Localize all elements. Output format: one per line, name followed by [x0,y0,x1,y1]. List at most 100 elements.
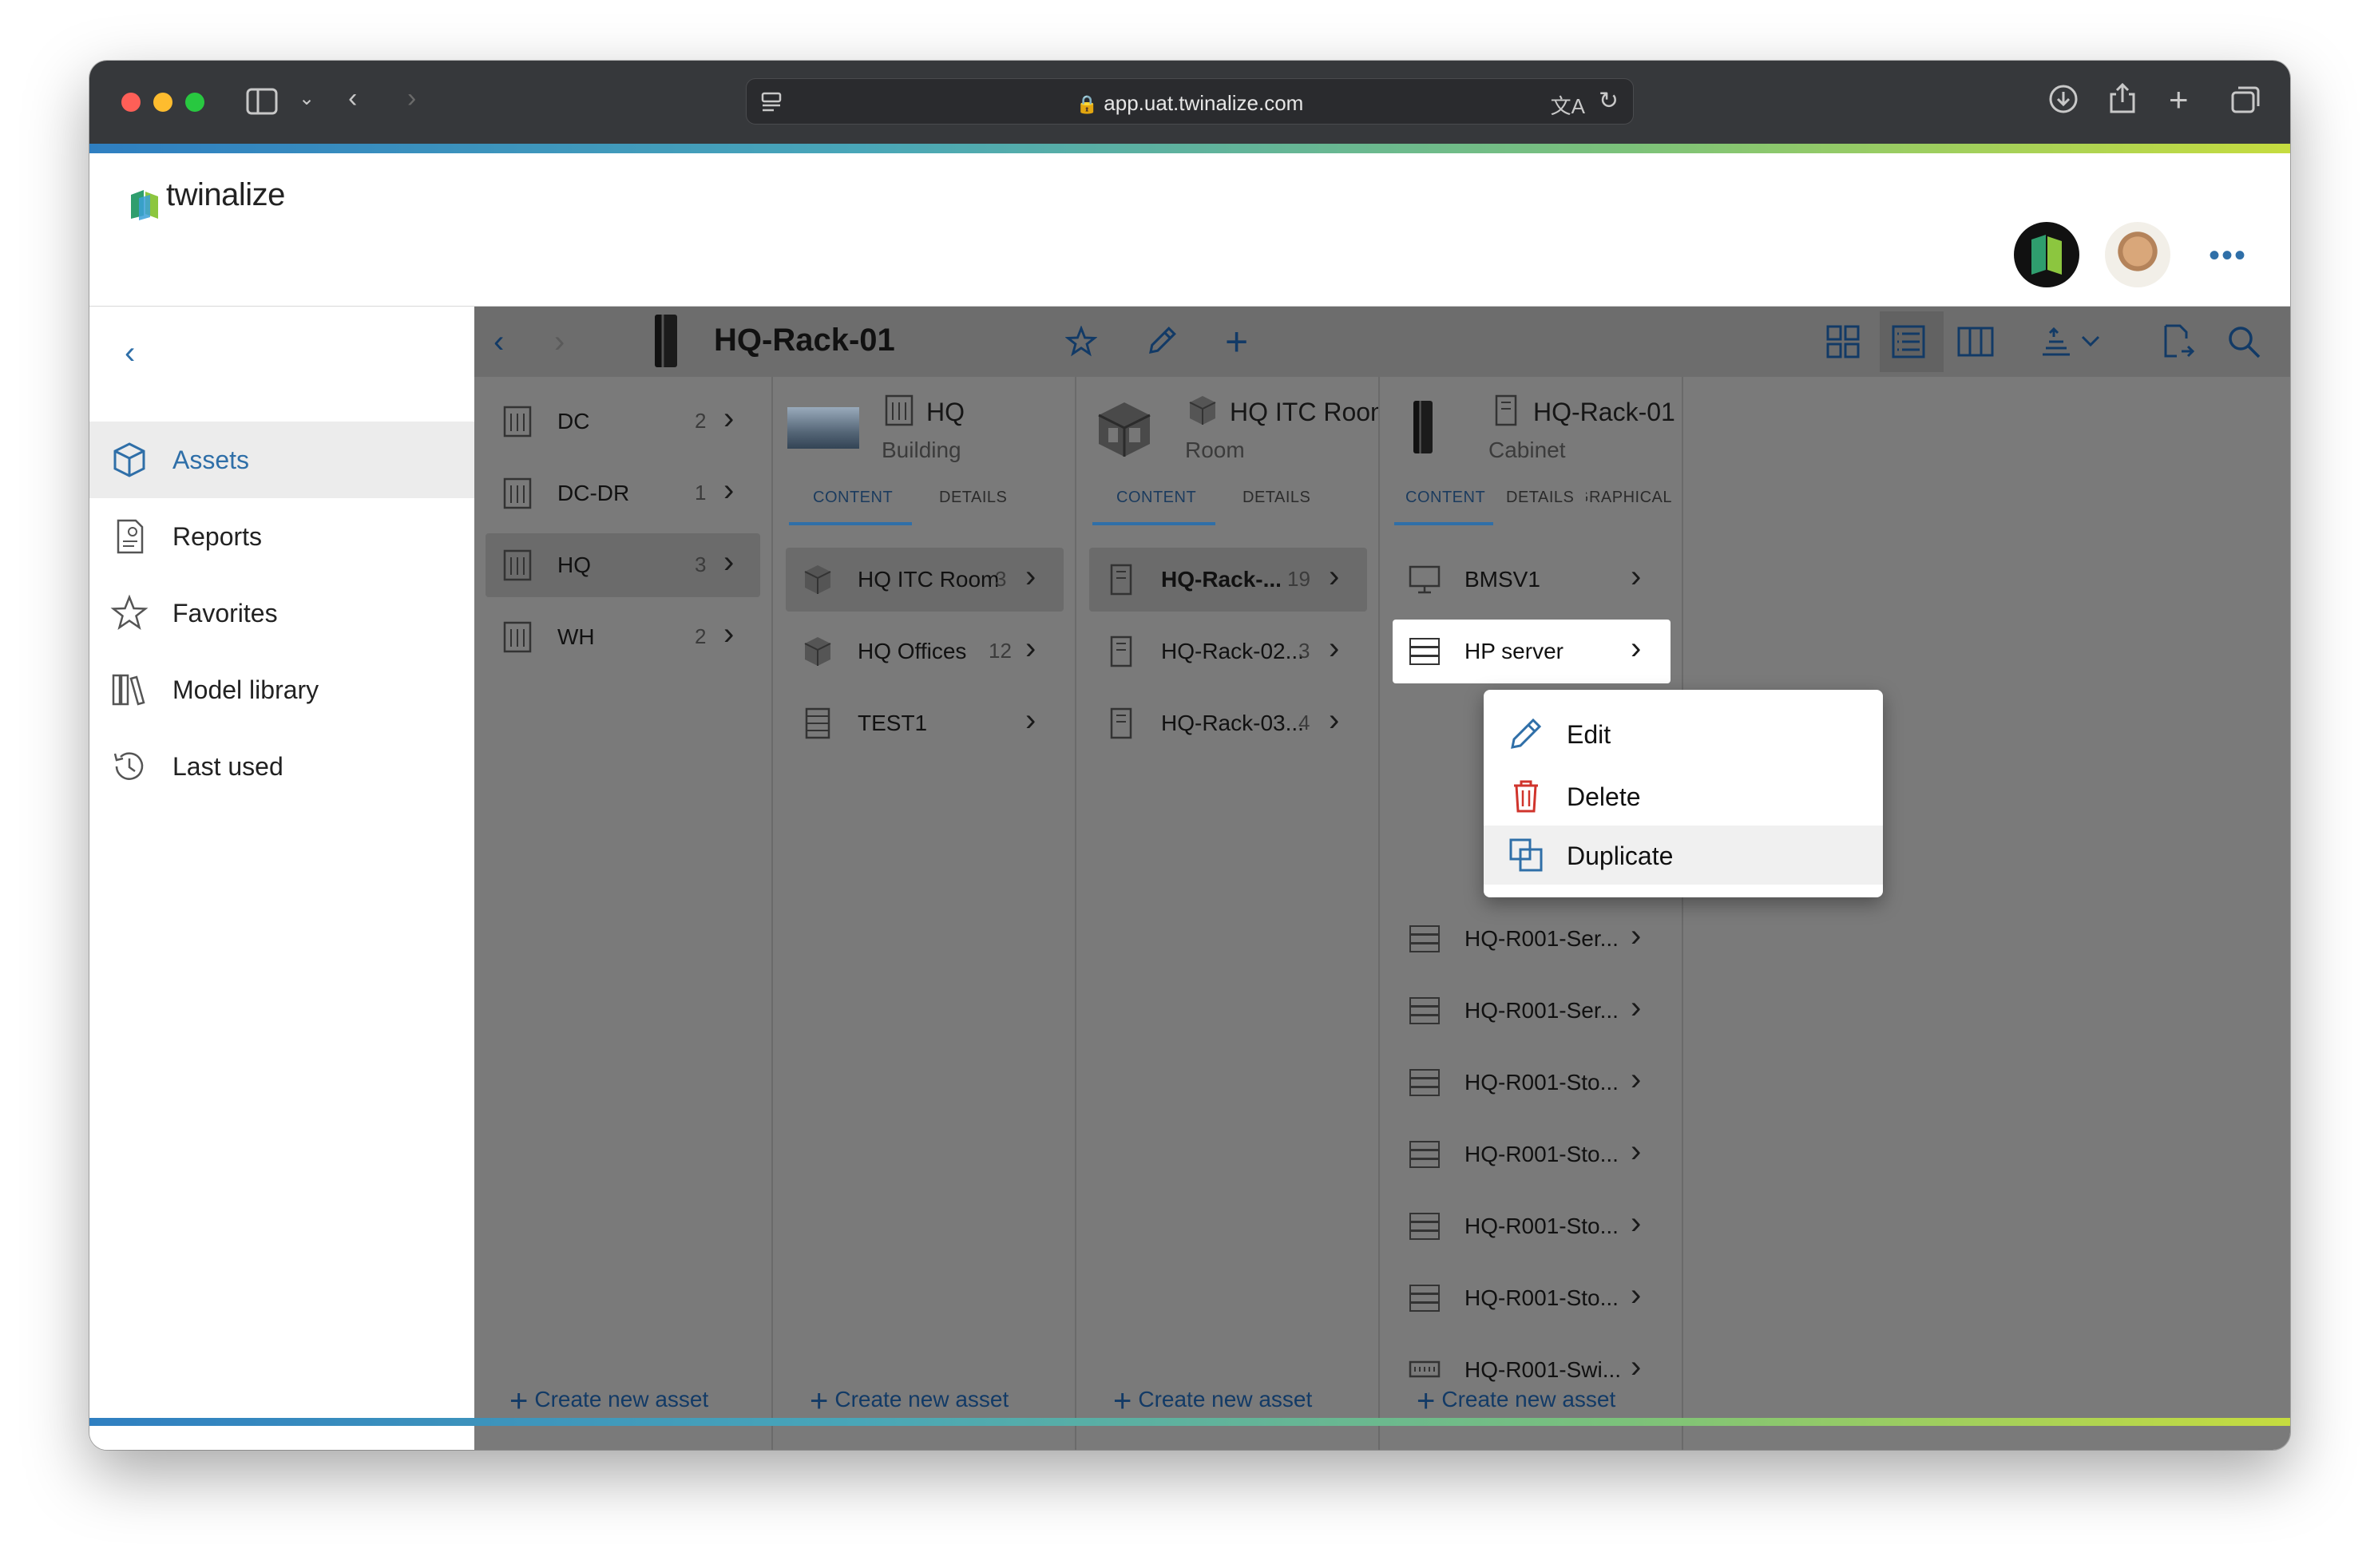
logo-text[interactable]: twinalize [166,177,285,213]
tabs-overview-icon[interactable] [2229,85,2261,120]
storage-icon [1409,1285,1440,1312]
server-rack-icon [805,707,830,739]
sidebar-item-reports[interactable]: Reports [89,498,474,575]
create-new-asset-button[interactable]: + Create new asset [810,1384,1009,1420]
sidebar-item-model-library[interactable]: Model library [89,651,474,728]
chevron-right-icon: › [1329,703,1340,738]
list-item-label: DC-DR [557,481,630,505]
new-tab-icon[interactable]: + [2169,83,2189,117]
sidebar-item-label: Last used [172,752,283,781]
tab-details[interactable]: DETAILS [1243,489,1310,507]
asset-browser: ‹ › HQ-Rack-01 + DC 2 › DC-DR 1 › HQ 3 ›… [474,307,2290,1450]
address-bar[interactable]: 🔒 app.uat.twinalize.com 文A ↻ [746,78,1634,125]
create-new-asset-button[interactable]: + Create new asset [509,1384,708,1420]
sort-icon[interactable] [2038,319,2107,371]
sidebar-item-favorites[interactable]: Favorites [89,575,474,651]
translate-icon[interactable]: 文A [1551,90,1585,120]
sidebar-toggle-icon[interactable] [246,88,278,120]
cabinet-icon [1110,564,1132,596]
current-asset-title: HQ-Rack-01 [714,323,895,358]
list-item[interactable]: WH 2 › [486,605,760,669]
list-item-label: WH [557,624,595,649]
list-item-label: TEST1 [858,711,928,735]
forward-icon[interactable]: › [407,85,416,112]
create-new-asset-button[interactable]: + Create new asset [1113,1384,1312,1420]
list-item[interactable]: HQ Offices 12 › [786,620,1064,683]
navigate-back-icon[interactable]: ‹ [493,319,504,364]
list-item-selected[interactable]: HQ ITC Room 3 › [786,548,1064,612]
list-item-label: HQ-R001-Ser... [1464,926,1619,951]
list-item-label: HQ-R001-Swi... [1464,1357,1622,1382]
cabinet-icon [1110,707,1132,739]
add-icon[interactable]: + [1225,319,1248,364]
tab-graphical[interactable]: GRAPHICAL [1586,489,1672,507]
reload-icon[interactable]: ↻ [1599,87,1619,115]
list-item[interactable]: HQ-Rack-02... 3 › [1089,620,1367,683]
context-menu-edit[interactable]: Edit [1484,704,1883,763]
list-item[interactable]: HQ-R001-Ser... › [1393,907,1671,971]
list-item[interactable]: HQ-R001-Sto... › [1393,1194,1671,1258]
list-item-label: HQ-R001-Sto... [1464,1070,1619,1095]
context-menu-delete[interactable]: Delete [1484,766,1883,826]
edit-pencil-icon[interactable] [1145,319,1179,370]
chevron-right-icon: › [723,616,735,651]
list-item-hp-server[interactable]: HP server › [1393,620,1671,683]
list-item-label: HQ Offices [858,639,967,663]
list-item[interactable]: TEST1 › [786,691,1064,755]
back-icon[interactable]: ‹ [348,85,357,112]
context-menu-label: Delete [1567,782,1641,811]
list-item-label: HQ-Rack-03... [1161,711,1304,735]
share-icon[interactable] [2108,81,2137,120]
navigate-forward-icon[interactable]: › [554,319,565,364]
sidebar-item-label: Favorites [172,599,278,628]
sidebar-item-last-used[interactable]: Last used [89,728,474,805]
create-new-asset-button[interactable]: + Create new asset [1417,1384,1615,1420]
tab-details[interactable]: DETAILS [939,489,1007,507]
context-menu-duplicate[interactable]: Duplicate [1484,826,1883,885]
list-item[interactable]: HQ-R001-Sto... › [1393,1051,1671,1115]
user-avatar[interactable] [2105,222,2170,287]
list-item-label: HQ-R001-Sto... [1464,1142,1619,1166]
list-item[interactable]: DC 2 › [486,390,760,453]
tab-content[interactable]: CONTENT [1116,489,1196,507]
list-item[interactable]: BMSV1 › [1393,548,1671,612]
list-item-label: HQ-R001-Sto... [1464,1214,1619,1238]
column-view-icon[interactable] [1956,319,1995,371]
list-item-selected[interactable]: HQ 3 › [486,533,760,597]
search-icon[interactable] [2226,319,2261,371]
minimize-window-button[interactable] [153,93,172,112]
list-item[interactable]: HQ-R001-Ser... › [1393,979,1671,1043]
downloads-icon[interactable] [2047,83,2079,120]
chevron-right-icon: › [1329,631,1340,666]
tab-details[interactable]: DETAILS [1506,489,1574,507]
room-cube-icon [804,637,831,666]
list-item[interactable]: HQ-R001-Sto... › [1393,1266,1671,1330]
sidebar-item-assets[interactable]: Assets [89,422,474,498]
chevron-right-icon: › [723,401,735,436]
list-item[interactable]: HQ-Rack-03... 4 › [1089,691,1367,755]
column-hq-itc-room: HQ ITC Room Room CONTENT DETAILS HQ-Rack… [1078,377,1380,1450]
chevron-down-icon[interactable]: ⌄ [299,89,315,109]
maximize-window-button[interactable] [185,93,204,112]
organization-avatar[interactable] [2014,222,2079,287]
tab-content[interactable]: CONTENT [813,489,893,507]
favorite-star-icon[interactable] [1064,319,1098,370]
list-item[interactable]: HQ-R001-Sto... › [1393,1123,1671,1186]
more-options-icon[interactable]: ••• [2209,238,2247,274]
close-window-button[interactable] [121,93,141,112]
list-item-count: 1 [695,481,707,505]
tab-content[interactable]: CONTENT [1405,489,1485,507]
room-cube-icon [1189,396,1216,425]
chevron-right-icon: › [1631,1206,1642,1241]
list-item-selected[interactable]: HQ-Rack-... 19 › [1089,548,1367,612]
chevron-right-icon: › [1631,990,1642,1025]
collapse-sidebar-icon[interactable]: ‹ [125,335,135,371]
list-item[interactable]: DC-DR 1 › [486,461,760,525]
grid-view-icon[interactable] [1825,319,1861,371]
server-icon [1409,925,1440,952]
export-document-icon[interactable] [2159,319,2195,371]
list-item-label: DC [557,409,590,434]
list-item-label: HQ [557,552,591,577]
twinalize-logo-icon[interactable] [128,187,163,222]
list-view-icon[interactable] [1891,319,1926,371]
